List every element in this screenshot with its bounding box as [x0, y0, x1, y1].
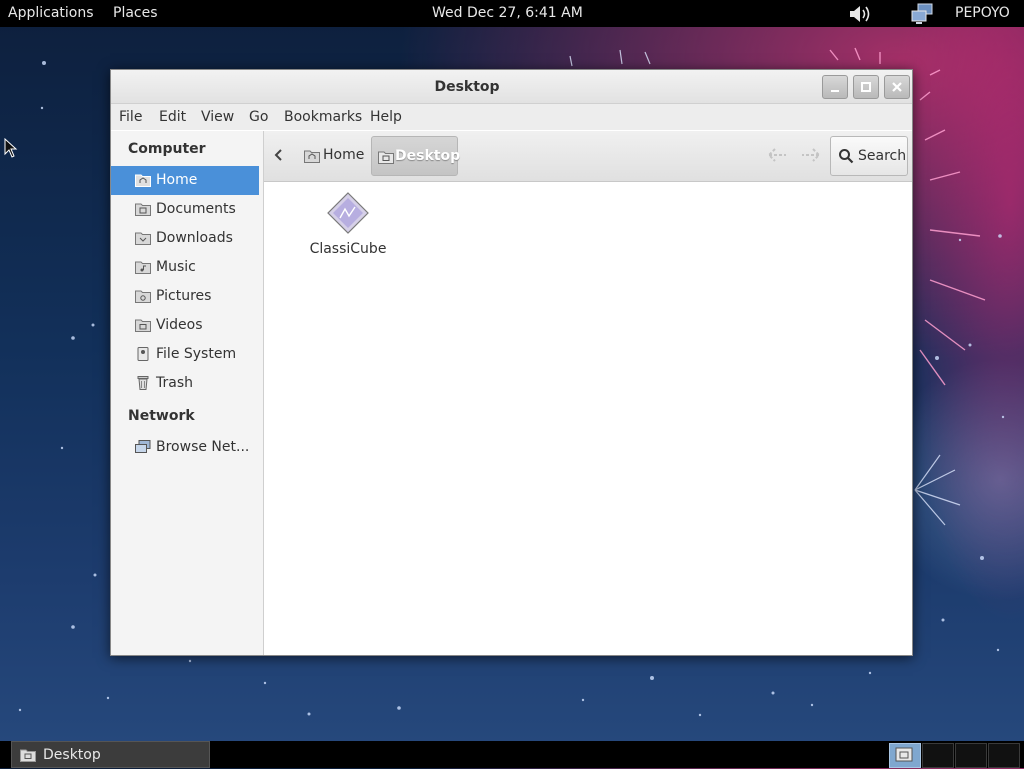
sidebar-item-label: File System	[156, 346, 237, 362]
file-view[interactable]: ClassiCube	[264, 182, 912, 655]
sidebar-item-trash[interactable]: Trash	[111, 369, 259, 398]
window-title: Desktop	[434, 79, 500, 95]
folder-icon	[895, 747, 913, 762]
menu-go[interactable]: Go	[249, 109, 268, 125]
sidebar-item-music[interactable]: Music	[111, 253, 259, 282]
sidebar-item-label: Music	[156, 259, 196, 275]
sidebar-item-label: Browse Net...	[156, 439, 250, 455]
search-button[interactable]: Search	[830, 136, 908, 176]
sidebar-item-browse-network[interactable]: Browse Net...	[111, 433, 259, 462]
clock[interactable]: Wed Dec 27, 6:41 AM	[432, 5, 583, 21]
drive-icon	[135, 347, 151, 361]
applications-menu[interactable]: Applications	[8, 5, 94, 21]
menubar: File Edit View Go Bookmarks Help	[111, 104, 912, 130]
music-folder-icon	[135, 260, 151, 274]
network-icon[interactable]	[910, 3, 936, 25]
breadcrumb-label: Home	[323, 147, 365, 163]
breadcrumb-label: Desktop	[395, 148, 461, 164]
sidebar-item-home[interactable]: Home	[111, 166, 259, 195]
speaker-icon[interactable]	[848, 4, 874, 24]
taskbar-window-desktop[interactable]: Desktop	[11, 741, 210, 768]
back-arrow-icon[interactable]	[766, 146, 788, 168]
chevron-left-icon[interactable]	[274, 148, 284, 166]
network-icon	[135, 440, 151, 454]
location-toolbar: Home Desktop Search	[264, 131, 912, 182]
trash-icon	[135, 376, 151, 390]
home-folder-icon	[135, 173, 151, 187]
desktop-folder-icon	[378, 150, 394, 164]
videos-folder-icon	[135, 318, 151, 332]
pictures-folder-icon	[135, 289, 151, 303]
workspace-3[interactable]	[955, 743, 987, 768]
top-panel: Applications Places Wed Dec 27, 6:41 AM …	[0, 0, 1024, 27]
sidebar-item-documents[interactable]: Documents	[111, 195, 259, 224]
sidebar-item-file-system[interactable]: File System	[111, 340, 259, 369]
menu-help[interactable]: Help	[370, 109, 402, 125]
taskbar-window-label: Desktop	[43, 747, 101, 763]
sidebar-item-label: Trash	[156, 375, 193, 391]
menu-edit[interactable]: Edit	[159, 109, 186, 125]
search-icon	[839, 149, 854, 164]
sidebar-item-label: Documents	[156, 201, 236, 217]
application-diamond-icon	[327, 192, 369, 234]
sidebar-item-label: Home	[156, 172, 198, 188]
sidebar-heading-network: Network	[128, 408, 195, 424]
workspace-1[interactable]	[889, 743, 921, 768]
sidebar-item-downloads[interactable]: Downloads	[111, 224, 259, 253]
breadcrumb-desktop[interactable]: Desktop	[371, 136, 461, 176]
sidebar-item-videos[interactable]: Videos	[111, 311, 259, 340]
file-item-classicube[interactable]: ClassiCube	[304, 192, 394, 262]
maximize-button[interactable]	[853, 75, 879, 99]
close-button[interactable]	[884, 75, 910, 99]
menu-view[interactable]: View	[201, 109, 234, 125]
file-manager-window: Desktop File Edit View Go Bookmarks Help…	[110, 69, 913, 656]
minimize-button[interactable]	[822, 75, 848, 99]
sidebar-heading-computer: Computer	[128, 141, 206, 157]
places-menu[interactable]: Places	[113, 5, 158, 21]
home-folder-icon	[304, 149, 320, 163]
forward-arrow-icon[interactable]	[800, 146, 822, 168]
folder-icon	[135, 202, 151, 216]
breadcrumb-home[interactable]: Home	[298, 136, 364, 174]
sidebar-item-pictures[interactable]: Pictures	[111, 282, 259, 311]
download-folder-icon	[135, 231, 151, 245]
sidebar: Computer Home Documents Downloads Music …	[111, 131, 264, 655]
file-name: ClassiCube	[309, 241, 387, 257]
menu-file[interactable]: File	[119, 109, 142, 125]
titlebar[interactable]: Desktop	[111, 70, 912, 104]
user-menu[interactable]: PEPOYO	[955, 5, 1010, 21]
bottom-panel: Desktop	[0, 741, 1024, 768]
search-label: Search	[858, 148, 907, 164]
folder-icon	[20, 749, 36, 762]
workspace-2[interactable]	[922, 743, 954, 768]
sidebar-item-label: Downloads	[156, 230, 233, 246]
workspace-4[interactable]	[988, 743, 1020, 768]
sidebar-item-label: Videos	[156, 317, 203, 333]
sidebar-item-label: Pictures	[156, 288, 212, 304]
menu-bookmarks[interactable]: Bookmarks	[284, 109, 362, 125]
mouse-pointer-icon	[4, 138, 18, 158]
